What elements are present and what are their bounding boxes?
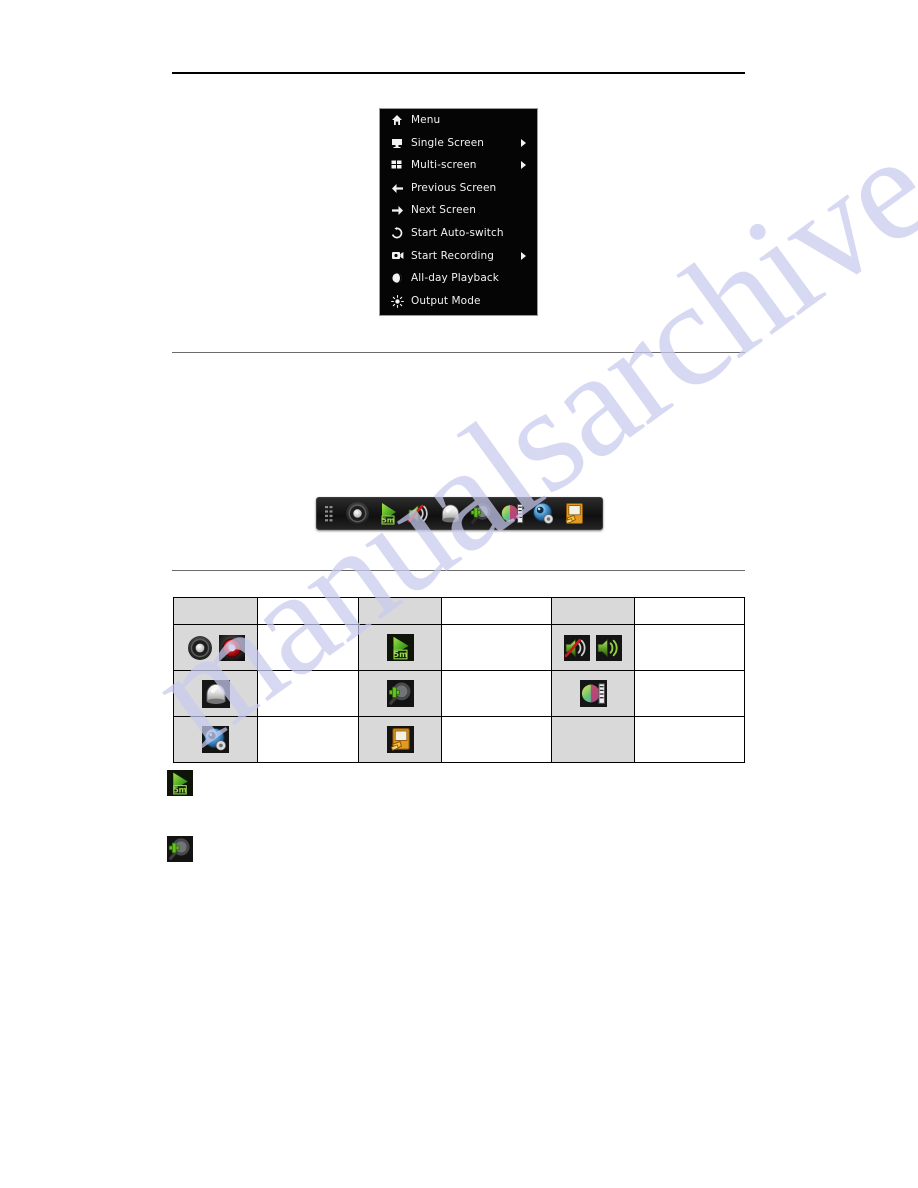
menu-item-menu[interactable]: Menu xyxy=(380,109,537,132)
menu-item-single-screen[interactable]: Single Screen xyxy=(380,132,537,155)
chevron-right-icon xyxy=(517,161,527,170)
multi-screen-icon xyxy=(388,157,406,173)
preview-config-icon xyxy=(202,726,229,753)
table-cell-text xyxy=(441,670,552,717)
table-cell-icon xyxy=(551,597,635,625)
audio-muted-icon[interactable] xyxy=(404,499,435,528)
table-cell-icon xyxy=(358,597,442,625)
digital-zoom-icon[interactable] xyxy=(466,499,497,528)
home-icon xyxy=(388,112,406,128)
right-click-menu[interactable]: Menu Single Screen Multi-screen Previous… xyxy=(379,108,538,316)
svg-text:5m: 5m xyxy=(382,515,395,524)
table-cell-text xyxy=(441,597,552,625)
menu-item-label: Previous Screen xyxy=(411,181,497,194)
playback-moon-icon xyxy=(388,270,406,286)
table-cell-text xyxy=(634,597,745,625)
quick-settings-toolbar[interactable]: 5m xyxy=(316,497,603,530)
table-cell-icon xyxy=(173,716,258,763)
table-cell-text xyxy=(257,597,359,625)
camera-record-icon xyxy=(388,248,406,264)
menu-item-label: All-day Playback xyxy=(411,272,499,285)
table-cell-icon xyxy=(173,624,258,671)
arrow-left-icon xyxy=(388,180,406,196)
image-settings-icon xyxy=(579,680,607,707)
note-playback-5m-icon: 5m xyxy=(167,770,193,796)
table-cell-icon xyxy=(551,624,635,671)
menu-item-label: Start Recording xyxy=(411,249,495,262)
chevron-right-icon xyxy=(517,251,527,260)
single-screen-icon xyxy=(388,135,406,151)
table-row xyxy=(173,716,745,763)
table-cell-text xyxy=(257,716,359,763)
playback-5m-icon[interactable]: 5m xyxy=(373,499,404,528)
preview-config-icon[interactable] xyxy=(528,499,559,528)
ptz-dome-icon xyxy=(201,679,230,708)
audio-muted-icon xyxy=(564,634,590,661)
table-row xyxy=(173,670,745,717)
exit-monitor-icon[interactable] xyxy=(559,499,590,528)
table-cell-text xyxy=(634,670,745,717)
menu-item-label: Menu xyxy=(411,114,441,127)
table-cell-icon xyxy=(173,670,258,717)
record-dark-icon[interactable] xyxy=(342,499,373,528)
brightness-icon xyxy=(388,293,406,309)
exit-monitor-icon xyxy=(386,726,414,753)
menu-item-all-day-playback[interactable]: All-day Playback xyxy=(380,267,537,290)
ptz-dome-icon[interactable] xyxy=(435,499,466,528)
record-dark-icon xyxy=(187,635,213,661)
playback-5m-icon: 5m xyxy=(386,634,414,661)
menu-item-multi-screen[interactable]: Multi-screen xyxy=(380,154,537,177)
menu-item-start-recording[interactable]: Start Recording xyxy=(380,245,537,268)
icon-reference-table: 5m xyxy=(173,597,745,763)
table-cell-icon xyxy=(358,716,442,763)
svg-text:5m: 5m xyxy=(173,785,186,794)
table-cell-icon xyxy=(551,716,635,763)
menu-item-start-auto-switch[interactable]: Start Auto-switch xyxy=(380,222,537,245)
svg-text:5m: 5m xyxy=(393,650,407,659)
digital-zoom-icon xyxy=(386,680,414,707)
table-row xyxy=(173,597,745,625)
menu-item-label: Output Mode xyxy=(411,294,481,307)
section-rule-lower xyxy=(172,570,745,571)
table-cell-text xyxy=(634,624,745,671)
chevron-right-icon xyxy=(517,138,527,147)
image-settings-icon[interactable] xyxy=(497,499,528,528)
menu-item-label: Multi-screen xyxy=(411,159,477,172)
table-cell-text xyxy=(257,624,359,671)
drag-grip-icon[interactable] xyxy=(320,499,342,528)
menu-item-next-screen[interactable]: Next Screen xyxy=(380,199,537,222)
section-rule-mid xyxy=(172,352,745,353)
record-red-icon xyxy=(218,634,245,661)
arrow-right-icon xyxy=(388,203,406,219)
header-rule xyxy=(172,72,745,74)
table-cell-text xyxy=(257,670,359,717)
menu-item-label: Next Screen xyxy=(411,204,476,217)
table-cell-icon xyxy=(173,597,258,625)
table-row: 5m xyxy=(173,624,745,671)
menu-item-label: Start Auto-switch xyxy=(411,227,504,240)
table-cell-text xyxy=(441,624,552,671)
table-cell-text xyxy=(634,716,745,763)
refresh-icon xyxy=(388,225,406,241)
note-digital-zoom-icon xyxy=(167,836,193,862)
table-cell-text xyxy=(441,716,552,763)
table-cell-icon xyxy=(551,670,635,717)
table-cell-icon: 5m xyxy=(358,624,442,671)
audio-on-icon xyxy=(596,634,622,661)
menu-item-previous-screen[interactable]: Previous Screen xyxy=(380,177,537,200)
menu-item-label: Single Screen xyxy=(411,136,485,149)
menu-item-output-mode[interactable]: Output Mode xyxy=(380,290,537,313)
table-cell-icon xyxy=(358,670,442,717)
